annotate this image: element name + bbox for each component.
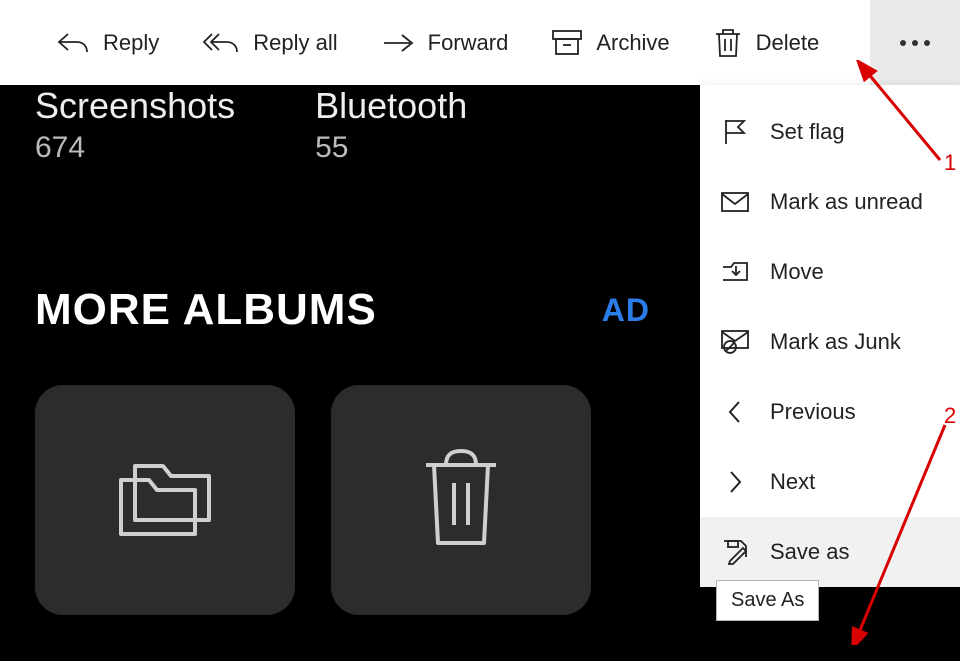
- album-bluetooth: Bluetooth 55: [315, 85, 467, 165]
- menu-save-as[interactable]: Save as: [700, 517, 960, 587]
- archive-icon: [552, 30, 582, 56]
- folders-icon: [105, 448, 225, 553]
- reply-icon: [57, 31, 89, 55]
- reply-button[interactable]: Reply: [55, 24, 161, 62]
- menu-mark-junk[interactable]: Mark as Junk: [700, 307, 960, 377]
- menu-set-flag[interactable]: Set flag: [700, 97, 960, 167]
- more-albums-heading: MORE ALBUMS: [35, 285, 377, 335]
- menu-mark-unread[interactable]: Mark as unread: [700, 167, 960, 237]
- album-tile-folders: [35, 385, 295, 615]
- junk-icon: [720, 330, 750, 354]
- album-title: Bluetooth: [315, 85, 467, 127]
- menu-next[interactable]: Next: [700, 447, 960, 517]
- more-actions-menu: Set flag Mark as unread Move: [700, 85, 960, 587]
- add-link: AD: [602, 292, 650, 329]
- menu-label: Next: [770, 469, 815, 495]
- menu-label: Previous: [770, 399, 856, 425]
- toolbar: Reply Reply all Forward: [0, 0, 960, 85]
- forward-label: Forward: [428, 30, 509, 56]
- annotation-label-2: 2: [944, 403, 956, 429]
- menu-move[interactable]: Move: [700, 237, 960, 307]
- archive-label: Archive: [596, 30, 669, 56]
- menu-label: Move: [770, 259, 824, 285]
- album-count: 674: [35, 131, 235, 165]
- save-as-tooltip: Save As: [716, 580, 819, 621]
- album-count: 55: [315, 131, 467, 165]
- reply-all-label: Reply all: [253, 30, 337, 56]
- menu-label: Mark as unread: [770, 189, 923, 215]
- reply-all-button[interactable]: Reply all: [201, 24, 339, 62]
- flag-icon: [720, 118, 750, 146]
- reply-label: Reply: [103, 30, 159, 56]
- album-screenshots: Screenshots 674: [35, 85, 235, 165]
- chevron-left-icon: [720, 400, 750, 424]
- delete-icon: [714, 28, 742, 58]
- trash-icon: [416, 443, 506, 558]
- forward-icon: [382, 33, 414, 53]
- delete-button[interactable]: Delete: [712, 22, 822, 64]
- album-title: Screenshots: [35, 85, 235, 127]
- annotation-label-1: 1: [944, 150, 956, 176]
- save-as-icon: [720, 538, 750, 566]
- more-button[interactable]: [870, 0, 960, 85]
- menu-previous[interactable]: Previous: [700, 377, 960, 447]
- menu-label: Mark as Junk: [770, 329, 901, 355]
- menu-label: Set flag: [770, 119, 845, 145]
- ellipsis-icon: [898, 34, 932, 52]
- move-icon: [720, 259, 750, 285]
- delete-label: Delete: [756, 30, 820, 56]
- envelope-icon: [720, 192, 750, 212]
- album-tile-trash: [331, 385, 591, 615]
- forward-button[interactable]: Forward: [380, 24, 511, 62]
- chevron-right-icon: [720, 470, 750, 494]
- reply-all-icon: [203, 31, 239, 55]
- archive-button[interactable]: Archive: [550, 24, 671, 62]
- menu-label: Save as: [770, 539, 850, 565]
